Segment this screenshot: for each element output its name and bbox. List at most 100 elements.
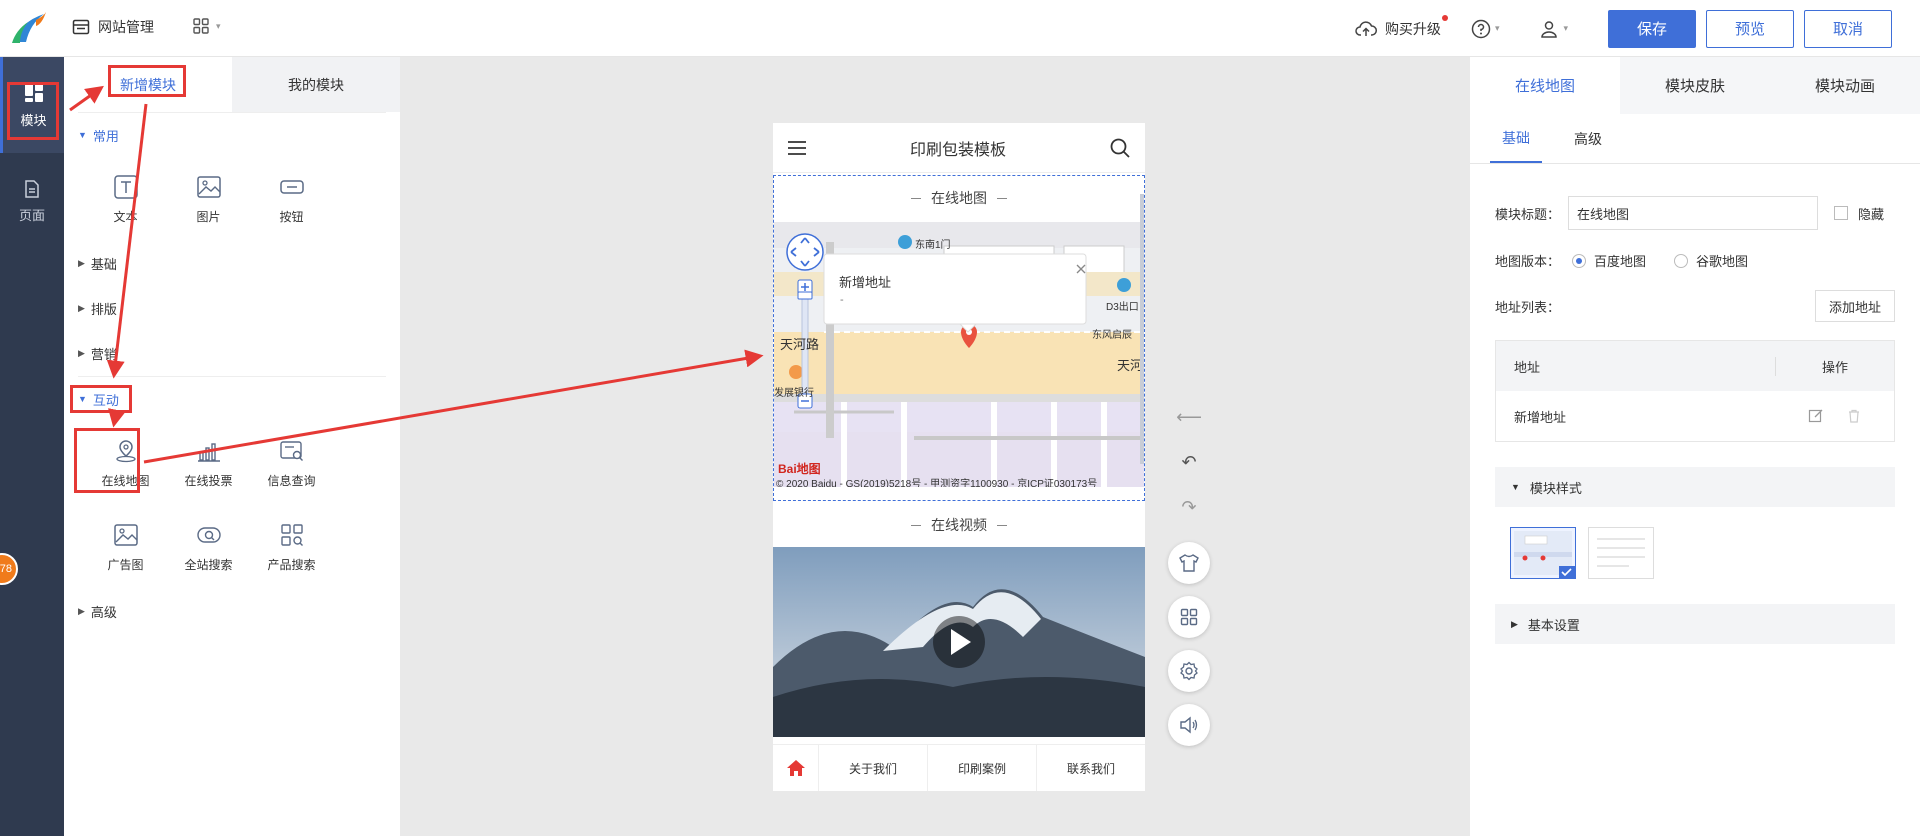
module-item-image[interactable]: 图片	[167, 157, 250, 241]
search-list-icon	[279, 440, 303, 461]
radio-google-map[interactable]	[1674, 253, 1689, 268]
top-actions: 购买升级 ▾ ▾ 保存 预览 取消	[1355, 0, 1920, 57]
section-advanced[interactable]: ▶ 高级	[64, 589, 400, 634]
notification-dot	[1441, 14, 1448, 21]
cloud-upload-icon	[1355, 20, 1377, 36]
module-item-site-search[interactable]: 全站搜索	[167, 505, 250, 589]
module-item-label: 文本	[113, 209, 138, 224]
nav-about[interactable]: 关于我们	[819, 745, 928, 791]
rail-item-pages[interactable]: 页面	[0, 153, 64, 249]
caret-right-icon: ▶	[1511, 618, 1518, 629]
map-section-title-text: 在线地图	[931, 190, 987, 206]
section-layout-label: 排版	[90, 302, 117, 317]
apps-grid-menu[interactable]: ▾	[192, 17, 221, 35]
settings-tool-button[interactable]	[1168, 650, 1210, 692]
style-option-map[interactable]	[1510, 527, 1576, 579]
caret-right-icon: ▶	[78, 348, 85, 358]
save-button[interactable]: 保存	[1608, 9, 1696, 48]
video-player[interactable]	[773, 547, 1145, 737]
tab-module-skin[interactable]: 模块皮肤	[1620, 57, 1770, 114]
add-address-button[interactable]: 添加地址	[1815, 290, 1895, 322]
user-menu[interactable]: ▾	[1539, 19, 1568, 39]
map-popup-subtitle: -	[840, 294, 844, 306]
image-icon	[196, 175, 221, 198]
gear-icon	[1180, 661, 1198, 681]
help-menu[interactable]: ▾	[1471, 19, 1500, 39]
chevron-down-icon: ▾	[1494, 23, 1500, 33]
module-item-text[interactable]: 文本	[84, 157, 167, 241]
nav-contact[interactable]: 联系我们	[1037, 745, 1145, 791]
map-module[interactable]: 在线地图 新增地址 - 东南1门 D3出口 天河路 东风启辰 天河 发展银行 B…	[773, 175, 1145, 501]
tab-my-module[interactable]: 我的模块	[232, 57, 400, 112]
baidu-map[interactable]: 新增地址 - 东南1门 D3出口 天河路 东风启辰 天河 发展银行 Bai地图 …	[774, 222, 1144, 487]
radio-google-label: 谷歌地图	[1696, 254, 1749, 269]
cancel-button[interactable]: 取消	[1804, 9, 1892, 48]
phone-header: 印刷包装模板	[773, 123, 1145, 173]
app-logo-icon	[12, 12, 46, 43]
chevron-down-icon: ▾	[216, 20, 221, 31]
module-style-collapse[interactable]: ▼ 模块样式	[1495, 467, 1895, 507]
module-item-product-search[interactable]: 产品搜索	[250, 505, 333, 589]
style-option-list[interactable]	[1588, 527, 1654, 579]
table-row: 新增地址	[1496, 391, 1894, 441]
site-management-menu[interactable]: 网站管理	[72, 17, 154, 37]
phone-bottom-nav: 关于我们 印刷案例 联系我们	[773, 744, 1145, 791]
nav-cases[interactable]: 印刷案例	[928, 745, 1037, 791]
module-title-input[interactable]: 在线地图	[1568, 196, 1819, 230]
search-icon[interactable]	[1109, 137, 1131, 159]
site-management-label: 网站管理	[98, 19, 154, 35]
hamburger-menu-icon[interactable]	[787, 140, 807, 156]
grid-icon	[1180, 608, 1198, 626]
video-section-title: 在线视频	[773, 503, 1145, 547]
preview-button[interactable]: 预览	[1706, 9, 1794, 48]
annotation-box-interactive-section	[70, 385, 132, 413]
ad-image-icon	[113, 523, 138, 546]
nav-home[interactable]	[773, 745, 819, 791]
section-layout[interactable]: ▶ 排版	[64, 286, 400, 331]
subtab-basic[interactable]: 基础	[1490, 114, 1542, 163]
home-icon	[786, 760, 805, 776]
buy-upgrade-label: 购买升级	[1384, 20, 1441, 37]
address-table: 地址 操作 新增地址	[1495, 340, 1895, 442]
module-item-ad-image[interactable]: 广告图	[84, 505, 167, 589]
module-title-row: 模块标题： 在线地图 隐藏	[1495, 196, 1884, 230]
properties-panel: 在线地图 模块皮肤 模块动画 基础 高级 模块标题： 在线地图 隐藏 地图版本：…	[1470, 57, 1920, 836]
hide-label: 隐藏	[1858, 206, 1885, 222]
undo-icon[interactable]: ↶	[1168, 440, 1210, 485]
redo-icon[interactable]: ↷	[1168, 485, 1210, 530]
section-common[interactable]: ▼ 常用	[78, 112, 386, 157]
map-label: 发展银行	[774, 388, 814, 399]
scrollbar[interactable]	[1140, 194, 1144, 464]
radio-baidu-label: 百度地图	[1594, 254, 1647, 269]
basic-settings-collapse[interactable]: ▶ 基本设置	[1495, 604, 1895, 644]
buy-upgrade-link[interactable]: 购买升级	[1355, 14, 1448, 39]
site-search-icon	[196, 526, 221, 543]
title-dash	[911, 524, 921, 526]
subtab-advanced[interactable]: 高级	[1562, 114, 1614, 163]
edit-icon[interactable]	[1808, 408, 1824, 424]
video-section-title-text: 在线视频	[931, 517, 987, 533]
hide-checkbox[interactable]	[1834, 206, 1849, 220]
module-item-info-query[interactable]: 信息查询	[250, 421, 333, 505]
trash-icon[interactable]	[1846, 408, 1862, 424]
sound-tool-button[interactable]	[1168, 704, 1210, 746]
section-marketing[interactable]: ▶ 营销	[64, 331, 400, 376]
map-label: 东风启辰	[1092, 330, 1132, 341]
skin-tool-button[interactable]	[1168, 542, 1210, 584]
map-style-thumbnail	[1514, 531, 1575, 578]
address-list-label: 地址列表：	[1495, 300, 1561, 315]
module-grid-tool-button[interactable]	[1168, 596, 1210, 638]
tab-online-map[interactable]: 在线地图	[1470, 57, 1620, 114]
tab-module-animation[interactable]: 模块动画	[1770, 57, 1920, 114]
title-dash	[997, 524, 1007, 526]
map-section-title: 在线地图	[774, 176, 1144, 220]
module-item-button[interactable]: 按钮	[250, 157, 333, 241]
chevron-down-icon: ▾	[1563, 23, 1568, 33]
properties-tabs: 在线地图 模块皮肤 模块动画	[1470, 57, 1920, 114]
radio-baidu-map[interactable]	[1572, 253, 1587, 268]
section-basic[interactable]: ▶ 基础	[64, 241, 400, 286]
module-item-online-vote[interactable]: 在线投票	[167, 421, 250, 505]
arrow-left-icon[interactable]: ⟵	[1168, 395, 1210, 440]
list-style-thumbnail	[1597, 538, 1645, 567]
module-style-label: 模块样式	[1529, 480, 1582, 496]
